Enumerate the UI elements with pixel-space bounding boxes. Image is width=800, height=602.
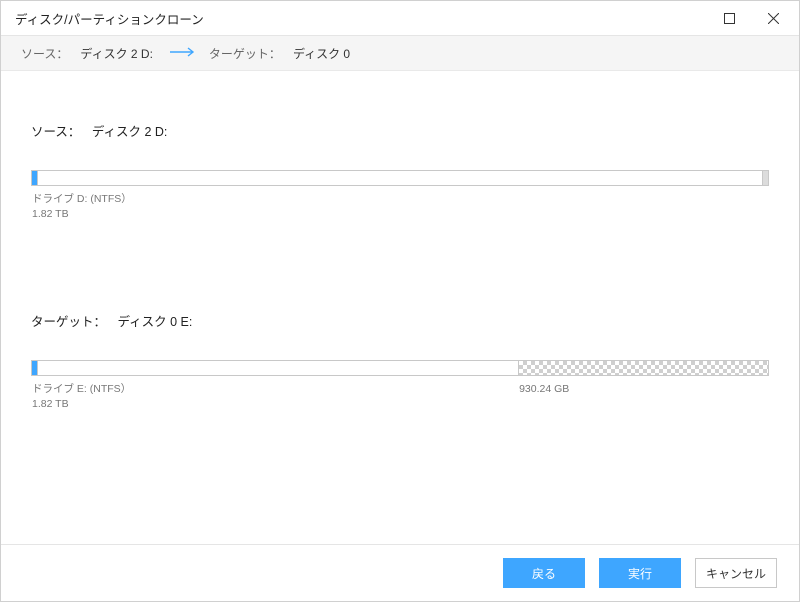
summary-source-label: ソース： — [21, 45, 68, 62]
source-title-value: ディスク 2 D: — [92, 125, 168, 139]
target-disk-labels: ドライブ E: (NTFS）1.82 TB930.24 GB — [31, 382, 769, 411]
source-title: ソース： ディスク 2 D: — [31, 121, 769, 140]
target-title-label: ターゲット： — [31, 315, 106, 329]
disk-segment-label: 930.24 GB — [518, 382, 769, 411]
target-section: ターゲット： ディスク 0 E: ドライブ E: (NTFS）1.82 TB93… — [31, 311, 769, 411]
disk-segment-free-white — [38, 171, 762, 185]
summary-target-label: ターゲット： — [209, 45, 281, 62]
source-section: ソース： ディスク 2 D: ドライブ D: (NTFS）1.82 TB — [31, 121, 769, 221]
target-disk-bar[interactable] — [31, 360, 769, 376]
partition-name: ドライブ E: (NTFS） — [32, 382, 518, 397]
source-disk-labels: ドライブ D: (NTFS）1.82 TB — [31, 192, 769, 221]
partition-size: 1.82 TB — [32, 207, 769, 222]
app-window: ディスク/パーティションクローン ソース： ディスク 2 D: ターゲット： デ… — [0, 0, 800, 602]
summary-bar: ソース： ディスク 2 D: ターゲット： ディスク 0 — [1, 36, 799, 71]
main-content: ソース： ディスク 2 D: ドライブ D: (NTFS）1.82 TB ターゲ… — [1, 71, 799, 544]
source-title-label: ソース： — [31, 125, 80, 139]
titlebar: ディスク/パーティションクローン — [1, 1, 799, 36]
cancel-button[interactable]: キャンセル — [695, 558, 777, 588]
partition-size: 1.82 TB — [32, 397, 518, 412]
source-disk-bar[interactable] — [31, 170, 769, 186]
maximize-icon[interactable] — [707, 3, 751, 33]
arrow-right-icon — [169, 46, 197, 60]
back-button[interactable]: 戻る — [503, 558, 585, 588]
disk-segment-label: ドライブ E: (NTFS）1.82 TB — [31, 382, 518, 411]
footer: 戻る 実行 キャンセル — [1, 544, 799, 601]
window-title: ディスク/パーティションクローン — [15, 9, 204, 28]
partition-name: ドライブ D: (NTFS） — [32, 192, 769, 207]
disk-segment-unalloc — [518, 361, 768, 375]
disk-segment-tail-gray — [762, 171, 768, 185]
execute-button[interactable]: 実行 — [599, 558, 681, 588]
disk-segment-free-white — [38, 361, 518, 375]
summary-source-value: ディスク 2 D: — [80, 45, 153, 62]
partition-size: 930.24 GB — [519, 382, 769, 397]
close-icon[interactable] — [751, 3, 795, 33]
window-controls — [707, 3, 795, 33]
target-title: ターゲット： ディスク 0 E: — [31, 311, 769, 330]
disk-segment-label: ドライブ D: (NTFS）1.82 TB — [31, 192, 769, 221]
target-title-value: ディスク 0 E: — [118, 315, 193, 329]
summary-target-value: ディスク 0 — [293, 45, 350, 62]
